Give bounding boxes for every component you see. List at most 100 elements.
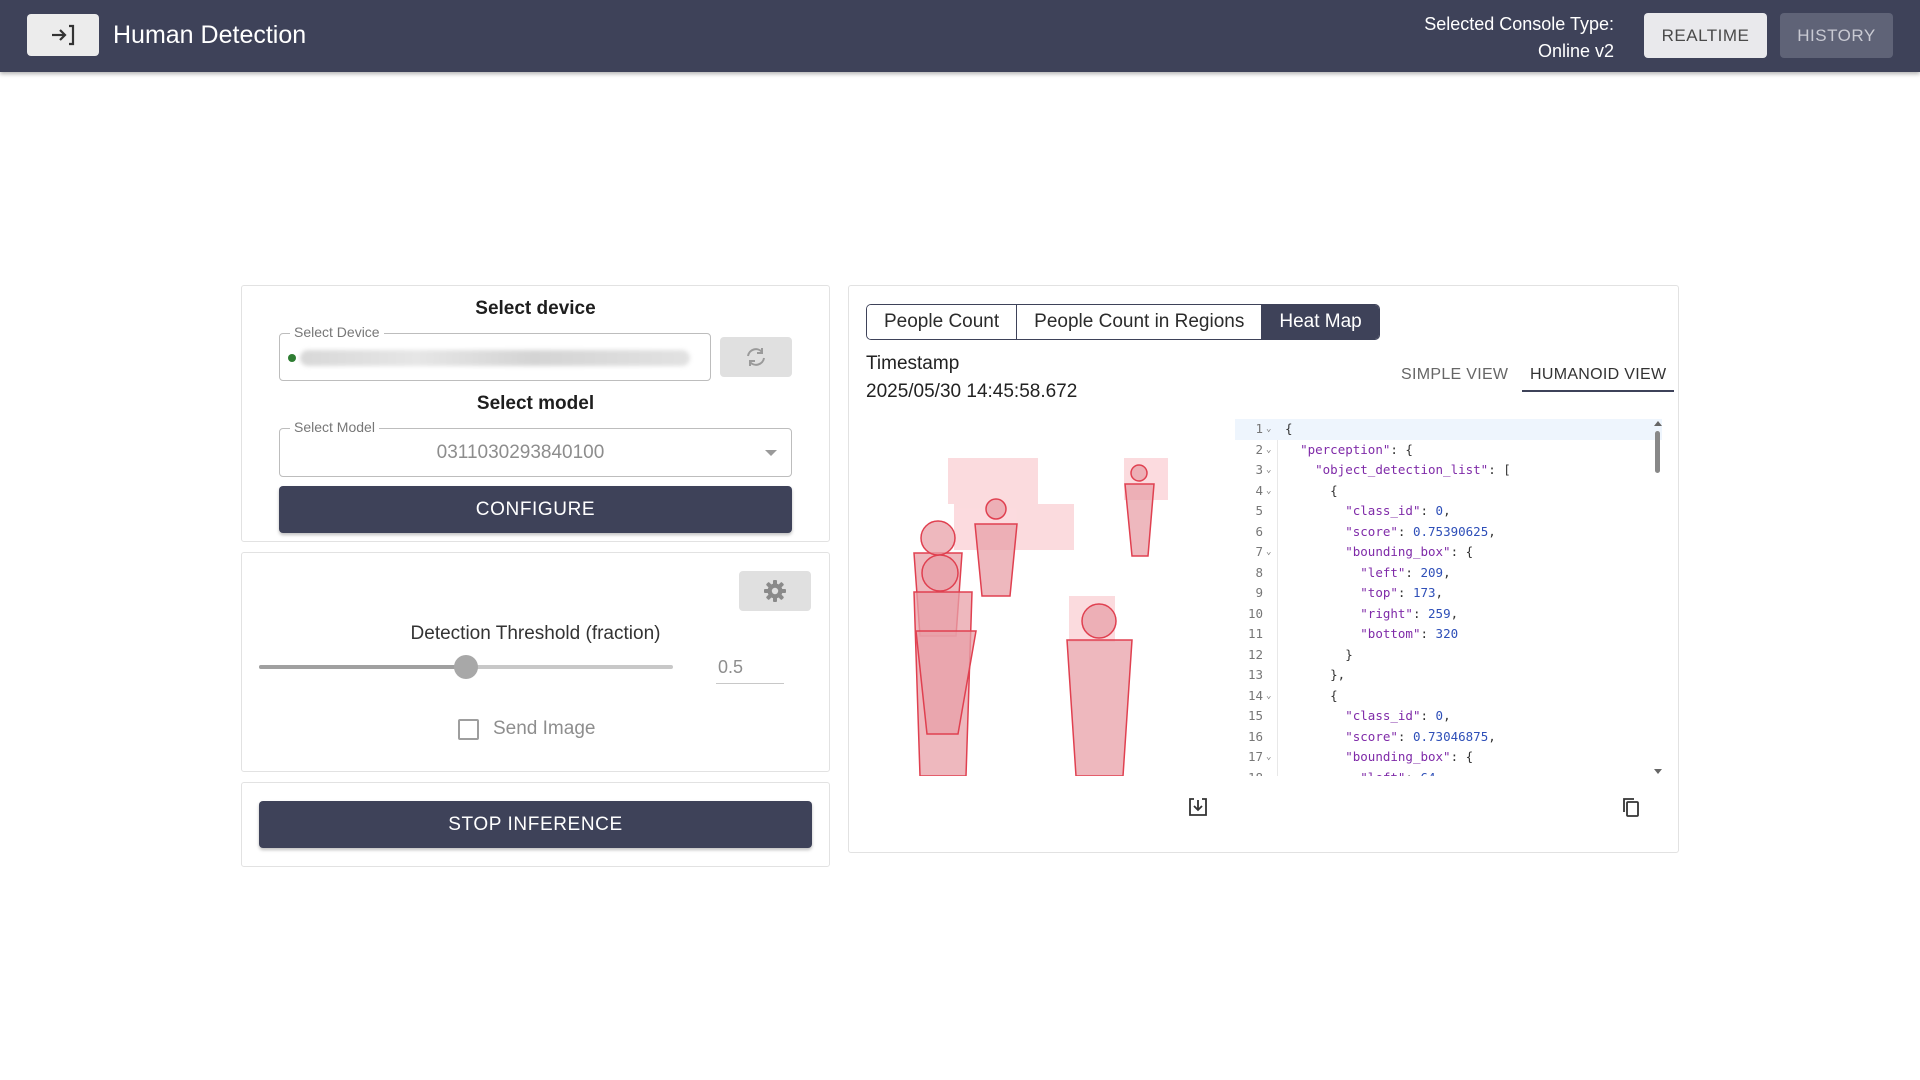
json-scrollbar[interactable] [1653, 419, 1662, 776]
copy-button[interactable] [1616, 792, 1646, 822]
line-text: } [1285, 646, 1353, 662]
settings-panel: Detection Threshold (fraction) Send Imag… [241, 552, 830, 772]
json-line: 4 ⌄ { [1235, 481, 1662, 502]
device-select[interactable]: Select Device [279, 324, 711, 381]
line-number: 5 [1255, 503, 1263, 518]
exit-button[interactable] [27, 14, 99, 56]
json-line: 17 ⌄ "bounding_box": { [1235, 747, 1662, 768]
heatmap-zone [948, 458, 1038, 504]
fold-chevron-icon[interactable]: ⌄ [1266, 419, 1271, 440]
threshold-slider[interactable] [259, 655, 673, 679]
json-viewer[interactable]: 1 ⌄{2 ⌄ "perception": {3 ⌄ "object_detectio… [1235, 419, 1662, 776]
results-panel: People Count People Count in Regions Hea… [848, 285, 1679, 853]
json-line: 7 ⌄ "bounding_box": { [1235, 542, 1662, 563]
line-number: 11 [1247, 626, 1263, 641]
line-number: 18 [1235, 768, 1263, 777]
fold-chevron-icon[interactable]: ⌄ [1266, 747, 1271, 768]
timestamp-label: Timestamp [866, 353, 960, 374]
line-text: "bottom": 320 [1360, 626, 1459, 641]
fold-chevron-icon[interactable]: ⌄ [1266, 686, 1271, 707]
history-button[interactable]: HISTORY [1780, 13, 1893, 58]
model-value: 0311030293840100 [436, 442, 605, 463]
line-number: 7 [1255, 544, 1263, 559]
json-line: 14 ⌄ { [1235, 686, 1662, 707]
line-number: 14 [1247, 687, 1263, 703]
realtime-button[interactable]: REALTIME [1644, 13, 1767, 58]
threshold-label: Detection Threshold (fraction) [410, 623, 661, 644]
download-icon [1189, 798, 1207, 816]
line-text: { [1285, 687, 1338, 703]
configure-button[interactable]: CONFIGURE [279, 486, 792, 533]
refresh-icon [747, 348, 765, 366]
line-number: 15 [1247, 708, 1263, 723]
line-number: 6 [1255, 523, 1263, 539]
line-text: "object_detection_list": [ [1315, 462, 1511, 477]
console-type-label: Selected Console Type: Online v2 [1424, 11, 1614, 65]
slider-thumb[interactable] [454, 655, 478, 679]
json-line: 12 } [1235, 645, 1662, 666]
scroll-thumb[interactable] [1655, 431, 1660, 473]
line-text: "top": 173, [1360, 585, 1444, 600]
line-number: 3 [1255, 462, 1263, 477]
json-line: 5 "class_id": 0, [1235, 501, 1662, 522]
json-lines: 1 ⌄{2 ⌄ "perception": {3 ⌄ "object_detectio… [1235, 419, 1662, 776]
json-line: 11 "bottom": 320 [1235, 624, 1662, 645]
json-line: 6 "score": 0.75390625, [1235, 522, 1662, 543]
refresh-button[interactable] [720, 337, 792, 377]
json-line: 9 "top": 173, [1235, 583, 1662, 604]
slider-fill [259, 665, 466, 669]
select-model-title: Select model [476, 393, 595, 414]
humanoid-body [974, 523, 1018, 597]
results-tabs: People Count People Count in Regions Hea… [866, 304, 1380, 340]
tab-people-count-regions[interactable]: People Count in Regions [1017, 305, 1263, 339]
threshold-input[interactable] [716, 652, 784, 684]
humanoid-head [921, 554, 959, 592]
send-image-checkbox[interactable]: Send Image [458, 718, 595, 740]
humanoid-body [1124, 483, 1155, 557]
checkbox-box[interactable] [458, 718, 479, 740]
stop-inference-button[interactable]: STOP INFERENCE [259, 801, 812, 848]
line-text: }, [1285, 667, 1346, 682]
humanoid-view-toggle[interactable]: HUMANOID VIEW [1522, 366, 1675, 392]
json-line: 1 ⌄ { [1235, 419, 1662, 440]
line-text: { [1285, 482, 1338, 498]
line-number: 8 [1255, 564, 1263, 580]
exit-icon [52, 24, 75, 46]
settings-button[interactable] [739, 571, 811, 611]
line-text: "left": 64, [1285, 768, 1443, 777]
humanoid-head [920, 520, 956, 556]
json-line: 16 "score": 0.73046875, [1235, 727, 1662, 748]
line-number: 4 [1255, 482, 1263, 498]
line-number: 1 [1255, 421, 1263, 436]
json-line: 8 "left": 209, [1235, 563, 1662, 584]
fold-chevron-icon[interactable]: ⌄ [1266, 460, 1271, 481]
humanoid-head [1130, 464, 1148, 482]
humanoid-head [985, 498, 1007, 520]
device-id-redacted [300, 350, 690, 366]
send-image-label: Send Image [493, 718, 596, 739]
device-panel: Select device Select Device Select model… [241, 285, 830, 542]
tab-heat-map[interactable]: Heat Map [1262, 305, 1379, 339]
timestamp-value: 2025/05/30 14:45:58.672 [866, 381, 1078, 402]
line-text: "left": 209, [1360, 564, 1451, 580]
fold-chevron-icon[interactable]: ⌄ [1266, 542, 1271, 563]
line-number: 17 [1247, 749, 1263, 764]
fold-chevron-icon[interactable]: ⌄ [1266, 481, 1271, 502]
simple-view-toggle[interactable]: SIMPLE VIEW [1401, 366, 1508, 384]
console-type-caption: Selected Console Type: [1424, 14, 1614, 34]
model-select[interactable]: Select Model 0311030293840100 [279, 419, 792, 477]
copy-icon [1623, 798, 1639, 817]
line-number: 10 [1247, 605, 1263, 621]
fold-chevron-icon[interactable]: ⌄ [1266, 440, 1271, 461]
app-title: Human Detection [113, 21, 307, 49]
json-line: 3 ⌄ "object_detection_list": [ [1235, 460, 1662, 481]
stop-panel: STOP INFERENCE [241, 782, 830, 867]
scroll-down-icon[interactable] [1654, 769, 1662, 774]
chevron-down-icon [765, 450, 777, 456]
tab-people-count[interactable]: People Count [867, 305, 1018, 339]
download-button[interactable] [1183, 792, 1213, 822]
heatmap-canvas [913, 458, 1168, 776]
scroll-up-icon[interactable] [1654, 421, 1662, 426]
console-type-value: Online v2 [1537, 41, 1614, 61]
json-line: 2 ⌄ "perception": { [1235, 440, 1662, 461]
